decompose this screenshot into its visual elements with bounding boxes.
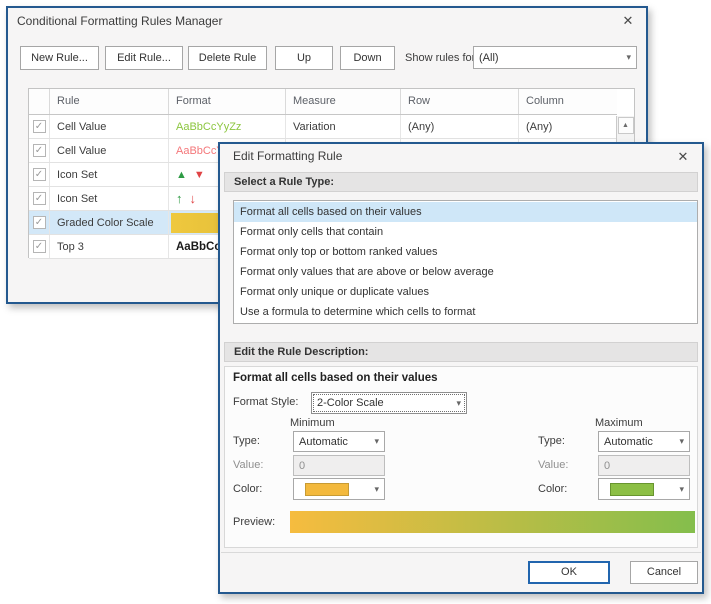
edit-rule-description-header: Edit the Rule Description: — [224, 342, 698, 362]
column-header-Format[interactable]: Format — [169, 89, 286, 114]
rule-enabled-checkbox[interactable]: ✓ — [32, 168, 46, 181]
rules-manager-title: Conditional Formatting Rules Manager — [17, 14, 223, 28]
rule-enabled-checkbox[interactable]: ✓ — [32, 144, 46, 157]
column-header-Row[interactable]: Row — [401, 89, 519, 114]
format-style-select[interactable]: 2-Color Scale ▾ — [311, 392, 467, 414]
max-color-select[interactable]: ▾ — [598, 478, 690, 500]
dropdown-arrow-icon: ▾ — [679, 436, 684, 446]
rule-enabled-checkbox[interactable]: ✓ — [32, 240, 46, 253]
max-value-label: Value: — [538, 459, 569, 471]
min-value-label: Value: — [233, 459, 264, 471]
rule-format-cell: AaBbCcYyZz — [169, 115, 286, 138]
preview-label: Preview: — [233, 516, 276, 528]
arrow-up-icon: ↑ — [176, 191, 183, 206]
min-value-input — [293, 455, 385, 476]
edit-rule-button[interactable]: Edit Rule... — [105, 46, 183, 70]
max-type-select[interactable]: Automatic ▾ — [598, 431, 690, 452]
max-value-input — [598, 455, 690, 476]
rule-type-option[interactable]: Format only cells that contain — [234, 222, 697, 242]
edit-formatting-rule-dialog: Edit Formatting Rule ✕ Select a Rule Typ… — [218, 142, 704, 594]
column-header-Column[interactable]: Column — [519, 89, 617, 114]
dropdown-arrow-icon: ▾ — [456, 397, 461, 408]
delete-rule-button[interactable]: Delete Rule — [188, 46, 267, 70]
format-style-label: Format Style: — [233, 396, 299, 408]
rule-row-scope-cell: (Any) — [401, 115, 519, 138]
dropdown-arrow-icon: ▾ — [374, 436, 379, 446]
rule-name-cell: Icon Set — [50, 187, 169, 210]
rule-description-panel: Format all cells based on their values F… — [224, 366, 698, 548]
min-color-select[interactable]: ▾ — [293, 478, 385, 500]
close-icon[interactable]: ✕ — [674, 148, 692, 166]
rule-enabled-checkbox[interactable]: ✓ — [32, 192, 46, 205]
rule-name-cell: Cell Value — [50, 139, 169, 162]
rule-row-cell: ✓ — [29, 139, 50, 162]
min-type-label: Type: — [233, 435, 260, 447]
new-rule-button[interactable]: New Rule... — [20, 46, 99, 70]
max-type-label: Type: — [538, 435, 565, 447]
rule-enabled-checkbox[interactable]: ✓ — [32, 120, 46, 133]
footer-separator — [221, 552, 701, 553]
dropdown-arrow-icon: ▾ — [679, 483, 684, 494]
rule-row-cell: ✓ — [29, 235, 50, 258]
min-type-value: Automatic — [299, 435, 348, 448]
maximum-header: Maximum — [595, 417, 643, 429]
up-button[interactable]: Up — [275, 46, 333, 70]
dropdown-arrow-icon: ▾ — [626, 52, 631, 62]
rule-row-cell: ✓ — [29, 211, 50, 234]
rule-name-cell: Icon Set — [50, 163, 169, 186]
edit-rule-title: Edit Formatting Rule — [233, 149, 343, 163]
rule-type-listbox: Format all cells based on their values Fo… — [233, 200, 698, 324]
triangle-down-icon: ▼ — [193, 168, 205, 181]
rule-row-cell: ✓ — [29, 115, 50, 138]
rule-type-option[interactable]: Format only values that are above or bel… — [234, 262, 697, 282]
preview-gradient-bar — [290, 511, 695, 533]
rule-enabled-checkbox[interactable]: ✓ — [32, 216, 46, 229]
arrow-down-icon: ↓ — [189, 191, 197, 206]
min-type-select[interactable]: Automatic ▾ — [293, 431, 385, 452]
desktop: Conditional Formatting Rules Manager ✕ N… — [0, 0, 711, 604]
minimum-header: Minimum — [290, 417, 335, 429]
max-type-value: Automatic — [604, 435, 653, 448]
show-rules-for-value: (All) — [479, 51, 499, 64]
rule-name-cell: Cell Value — [50, 115, 169, 138]
scroll-up-icon[interactable]: ▲ — [617, 117, 634, 134]
max-color-swatch — [610, 482, 654, 496]
close-icon[interactable]: ✕ — [619, 12, 637, 30]
rule-row[interactable]: ✓ Cell Value AaBbCcYyZz Variation (Any) (Any) — [29, 115, 617, 139]
format-style-value: 2-Color Scale — [317, 397, 384, 409]
max-color-label: Color: — [538, 483, 568, 495]
rule-measure-cell: Variation — [286, 115, 401, 138]
triangle-up-icon: ▲ — [176, 168, 187, 181]
down-button[interactable]: Down — [340, 46, 395, 70]
rules-table-header: Rule Format Measure Row Column — [29, 89, 617, 115]
select-rule-type-header: Select a Rule Type: — [224, 172, 698, 192]
ok-button[interactable]: OK — [528, 561, 610, 584]
cancel-button[interactable]: Cancel — [630, 561, 698, 584]
rule-column-scope-cell: (Any) — [526, 120, 553, 133]
dropdown-arrow-icon: ▾ — [374, 483, 379, 494]
format-preview-text: AaBbCcYyZz — [176, 120, 242, 133]
description-title: Format all cells based on their values — [233, 372, 438, 384]
rule-type-option[interactable]: Use a formula to determine which cells t… — [234, 302, 697, 322]
rule-type-option[interactable]: Format only unique or duplicate values — [234, 282, 697, 302]
rule-row-cell: ✓ — [29, 187, 50, 210]
rule-name-cell: Top 3 — [50, 235, 169, 258]
rule-type-option[interactable]: Format all cells based on their values — [234, 202, 697, 222]
min-color-swatch — [305, 482, 349, 496]
show-rules-for-label: Show rules for: — [405, 52, 479, 64]
rule-type-option[interactable]: Format only top or bottom ranked values — [234, 242, 697, 262]
rule-name-cell: Graded Color Scale — [50, 211, 169, 234]
show-rules-for-select[interactable]: (All) ▾ — [473, 46, 637, 69]
min-color-label: Color: — [233, 483, 263, 495]
rule-row-cell: ✓ — [29, 163, 50, 186]
column-header-Rule[interactable]: Rule — [50, 89, 169, 114]
column-header-checkbox[interactable] — [29, 89, 50, 114]
column-header-Measure[interactable]: Measure — [286, 89, 401, 114]
